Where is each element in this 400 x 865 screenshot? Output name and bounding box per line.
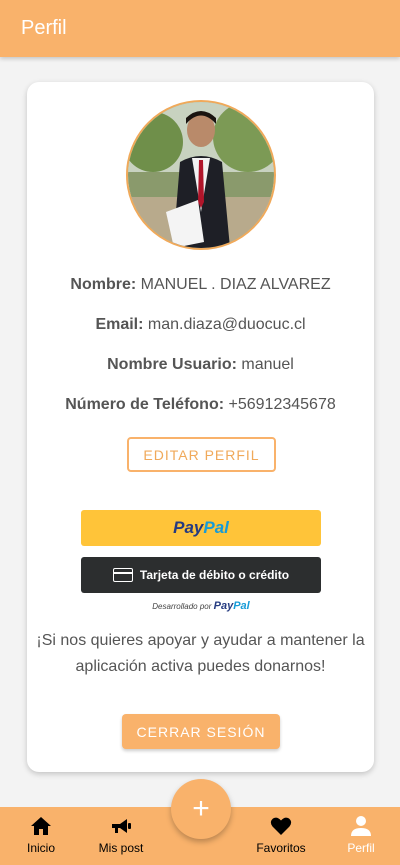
card-payment-label: Tarjeta de débito o crédito [139, 568, 290, 582]
card-payment-button[interactable]: Tarjeta de débito o crédito [81, 557, 321, 593]
tab-mis-post-label: Mis post [98, 841, 144, 855]
powered-by-prefix: Desarrollado por [152, 602, 212, 611]
tab-inicio-label: Inicio [26, 841, 55, 855]
heart-icon [270, 817, 292, 835]
phone-value: +56912345678 [228, 396, 336, 413]
name-row: Nombre: MANUEL . DIAZ ALVAREZ [27, 276, 374, 294]
megaphone-icon [112, 819, 131, 833]
tab-mis-post[interactable]: Mis post [81, 807, 161, 865]
email-label: Email: [95, 316, 144, 333]
donate-text: ¡Si nos quieres apoyar y ayudar a manten… [27, 628, 374, 680]
email-value: man.diaza@duocuc.cl [147, 316, 306, 333]
username-label: Nombre Usuario: [107, 356, 237, 373]
donate-line-1: ¡Si nos quieres apoyar y ayudar a manten… [36, 632, 365, 649]
tab-favoritos-label: Favoritos [256, 841, 306, 855]
avatar [126, 100, 276, 250]
edit-profile-button[interactable]: EDITAR PERFIL [127, 437, 276, 472]
plus-icon: + [192, 792, 210, 825]
tab-perfil-label: Perfil [347, 841, 375, 855]
add-post-button[interactable]: + [171, 779, 231, 839]
paypal-logo-pay: Pay [173, 518, 204, 537]
person-icon [351, 816, 371, 836]
email-row: Email: man.diaza@duocuc.cl [27, 316, 374, 334]
paypal-button[interactable]: Pay Pal [81, 510, 321, 546]
page-title: Perfil [21, 17, 67, 39]
tab-inicio[interactable]: Inicio [1, 807, 81, 865]
powered-by: Desarrollado por PayPal [81, 600, 321, 612]
powered-by-pay: Pay [213, 600, 234, 612]
phone-row: Número de Teléfono: +56912345678 [27, 396, 374, 414]
paypal-logo-pal: Pal [203, 518, 229, 537]
tab-favoritos[interactable]: Favoritos [241, 807, 321, 865]
username-value: manuel [241, 356, 294, 373]
app-header: Perfil [0, 0, 400, 57]
name-value: MANUEL . DIAZ ALVAREZ [140, 276, 331, 293]
logout-button[interactable]: CERRAR SESIÓN [122, 714, 280, 749]
credit-card-icon [112, 568, 133, 582]
username-row: Nombre Usuario: manuel [27, 356, 374, 374]
powered-by-pal: Pal [233, 600, 250, 612]
donate-line-2: aplicación activa puedes donarnos! [75, 658, 326, 675]
home-icon [31, 817, 51, 835]
phone-label: Número de Teléfono: [65, 396, 225, 413]
name-label: Nombre: [70, 276, 137, 293]
tab-perfil[interactable]: Perfil [321, 807, 400, 865]
